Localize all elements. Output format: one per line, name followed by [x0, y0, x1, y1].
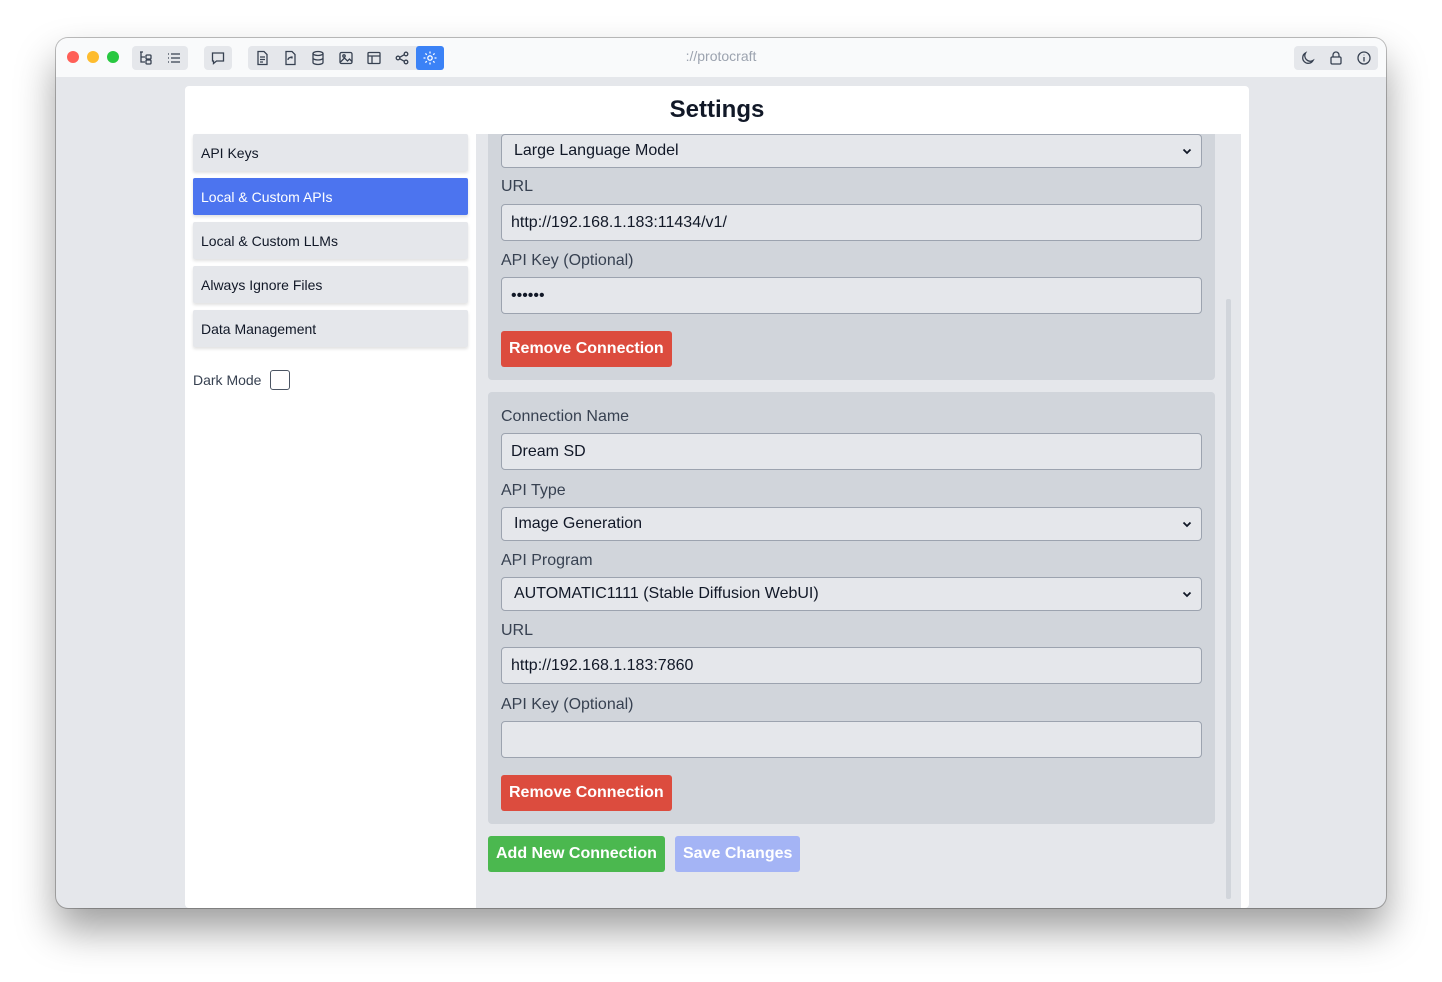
- sidebar-item-local-custom-llms[interactable]: Local & Custom LLMs: [193, 222, 468, 259]
- save-changes-button[interactable]: Save Changes: [675, 836, 801, 872]
- title-bar: ://protocraft: [56, 38, 1386, 78]
- settings-sidebar: API Keys Local & Custom APIs Local & Cus…: [193, 134, 468, 390]
- remove-connection-button[interactable]: Remove Connection: [501, 331, 672, 367]
- sidebar-item-local-custom-apis[interactable]: Local & Custom APIs: [193, 178, 468, 215]
- api-type-select[interactable]: Large Language Model: [501, 134, 1202, 168]
- api-program-value: AUTOMATIC1111 (Stable Diffusion WebUI): [514, 585, 819, 602]
- page-title: Settings: [669, 96, 765, 123]
- api-type-label: API Type: [501, 482, 566, 499]
- connection-card: Large Language Model URL http://192.168.…: [488, 134, 1215, 380]
- sidebar-item-always-ignore-files[interactable]: Always Ignore Files: [193, 266, 468, 303]
- api-type-value: Large Language Model: [514, 142, 679, 159]
- window-actions-group: [1294, 46, 1378, 70]
- chevron-down-icon: [1182, 591, 1192, 598]
- api-key-label: API Key (Optional): [501, 696, 634, 713]
- api-program-label: API Program: [501, 552, 593, 569]
- api-program-select[interactable]: AUTOMATIC1111 (Stable Diffusion WebUI): [501, 577, 1202, 611]
- scrollbar[interactable]: [1226, 299, 1231, 899]
- connections-panel: Large Language Model URL http://192.168.…: [476, 134, 1241, 908]
- url-input[interactable]: http://192.168.1.183:11434/v1/: [501, 204, 1202, 241]
- url-label: URL: [501, 178, 534, 195]
- api-type-select[interactable]: Image Generation: [501, 507, 1202, 541]
- sidebar-item-api-keys[interactable]: API Keys: [193, 134, 468, 171]
- chevron-down-icon: [1182, 521, 1192, 528]
- connection-card: Connection Name Dream SD API Type Image …: [488, 392, 1215, 824]
- api-key-input[interactable]: ••••••: [501, 277, 1202, 314]
- url-input[interactable]: http://192.168.1.183:7860: [501, 647, 1202, 684]
- app-window: ://protocraft Settings API Keys Local & …: [56, 38, 1386, 908]
- info-icon[interactable]: [1350, 46, 1378, 70]
- add-connection-button[interactable]: Add New Connection: [488, 836, 665, 872]
- chevron-down-icon: [1182, 148, 1192, 155]
- settings-card: Settings API Keys Local & Custom APIs Lo…: [185, 86, 1249, 908]
- moon-icon[interactable]: [1294, 46, 1322, 70]
- remove-connection-button[interactable]: Remove Connection: [501, 775, 672, 811]
- sidebar-item-data-management[interactable]: Data Management: [193, 310, 468, 347]
- api-key-input[interactable]: [501, 721, 1202, 758]
- url-label: URL: [501, 622, 534, 639]
- connection-name-label: Connection Name: [501, 408, 630, 425]
- dark-mode-label: Dark Mode: [193, 372, 262, 388]
- lock-icon[interactable]: [1322, 46, 1350, 70]
- dark-mode-toggle: Dark Mode: [193, 370, 468, 390]
- app-title: ://protocraft: [685, 48, 757, 64]
- api-key-label: API Key (Optional): [501, 252, 634, 269]
- connection-name-input[interactable]: Dream SD: [501, 433, 1202, 470]
- api-type-value: Image Generation: [514, 515, 643, 532]
- dark-mode-checkbox[interactable]: [270, 370, 291, 390]
